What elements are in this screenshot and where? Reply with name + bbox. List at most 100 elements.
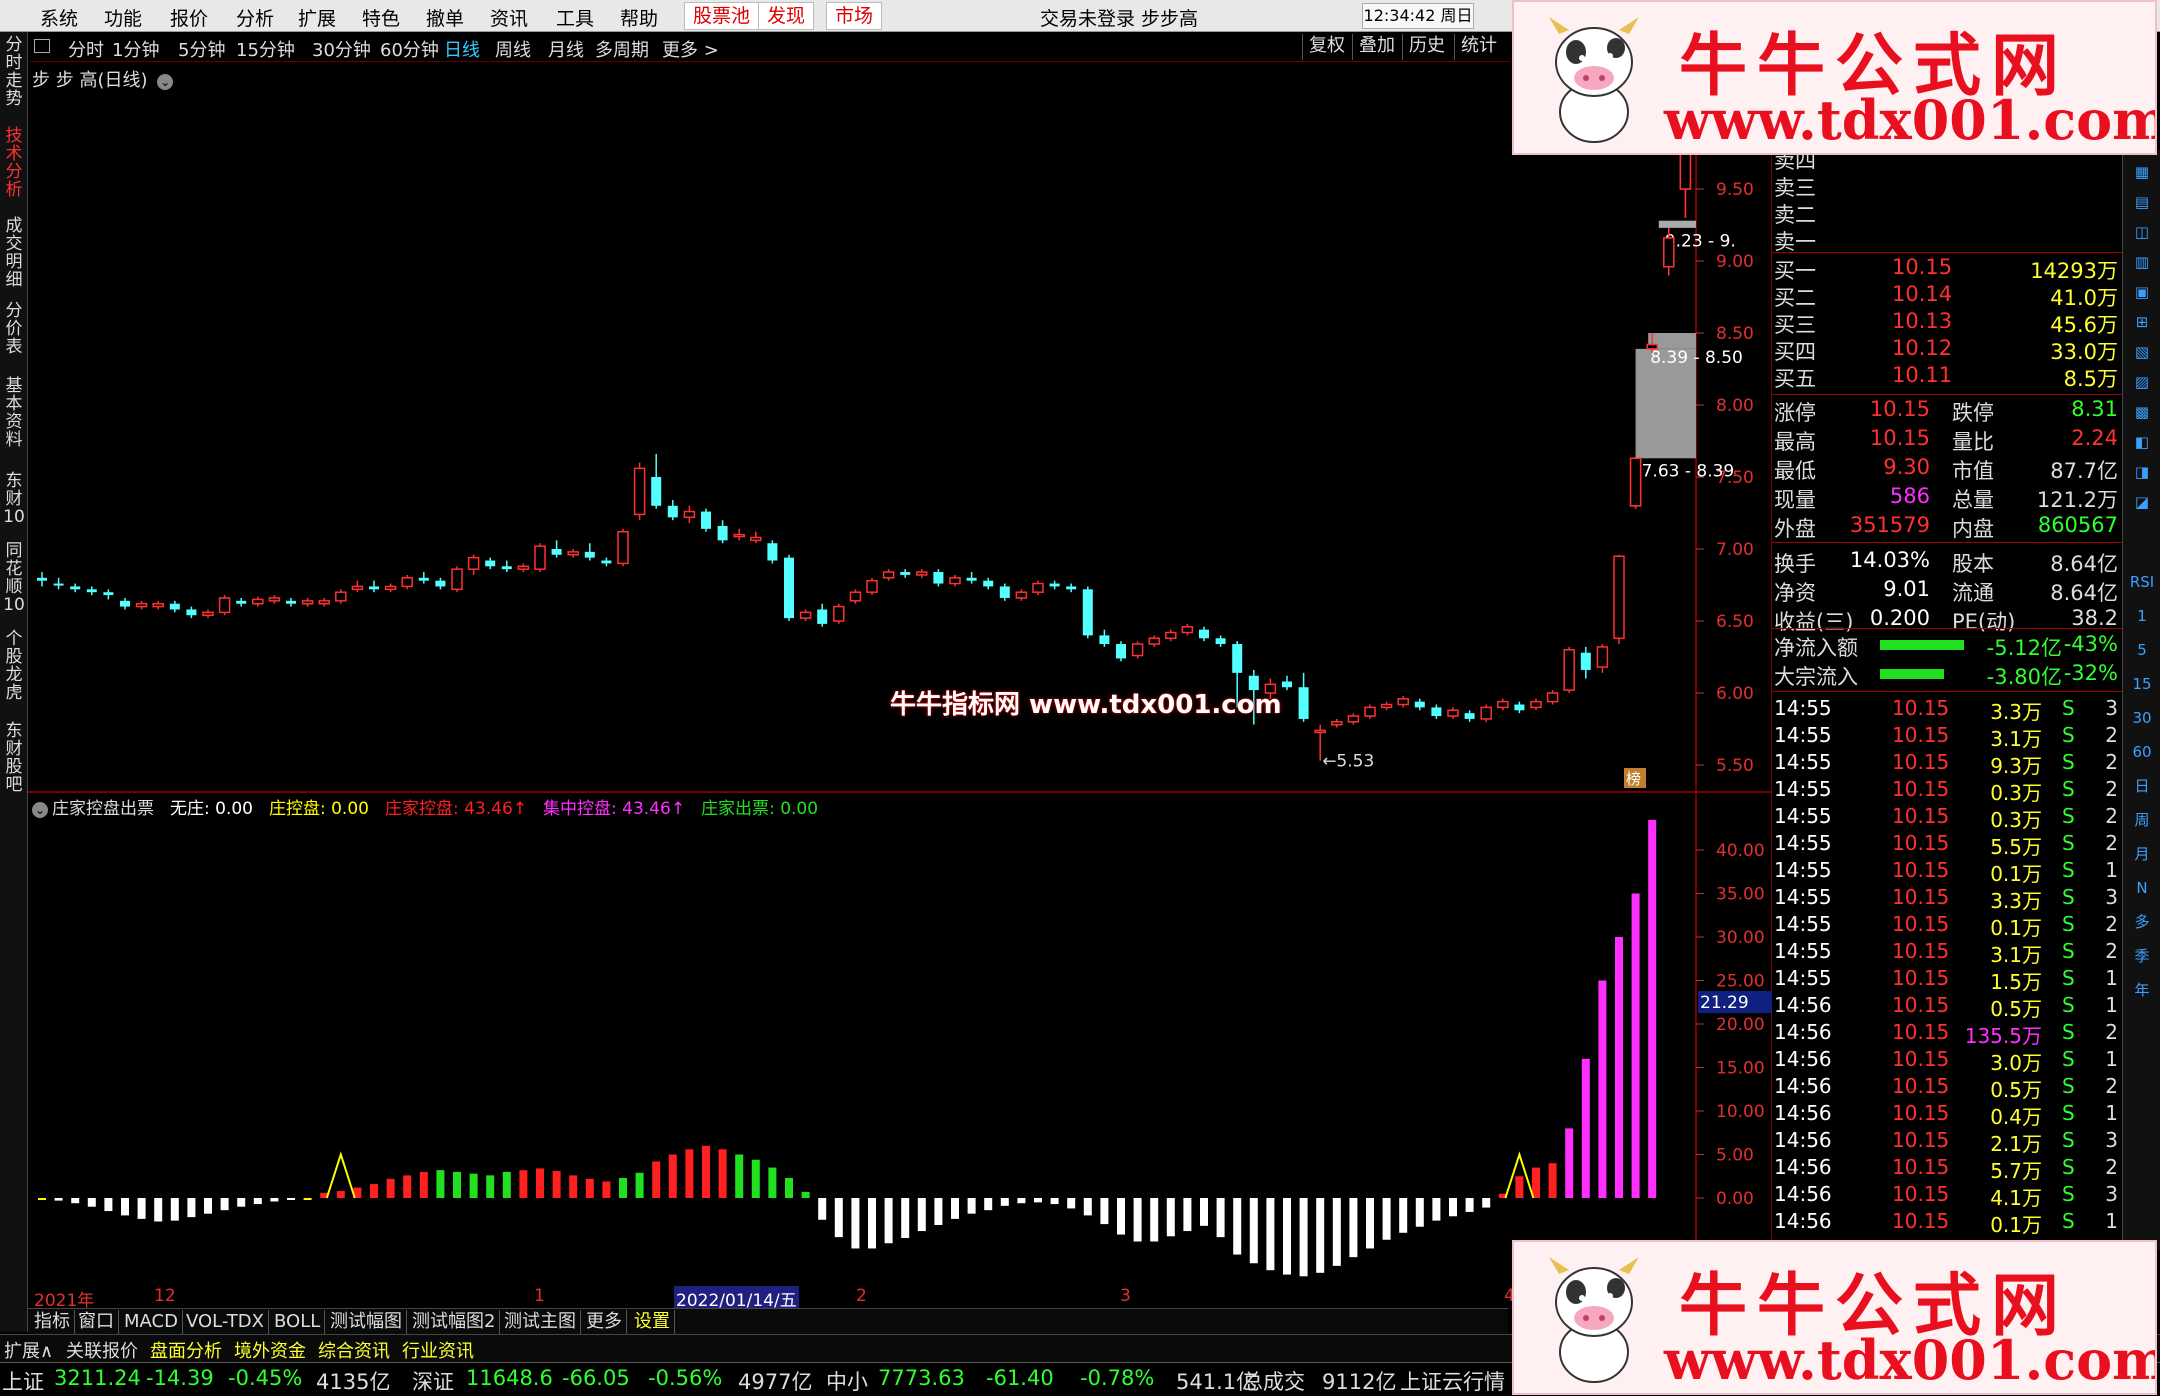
period-shortcut[interactable]: N bbox=[2129, 876, 2155, 900]
toolbar-icon[interactable]: ◨ bbox=[2129, 460, 2155, 484]
indicator-tab[interactable]: 测试幅图2 bbox=[408, 1310, 501, 1334]
menu-item[interactable]: 系统 bbox=[40, 4, 78, 31]
stat-value: 121.2万 bbox=[2036, 488, 2118, 512]
tick-row: 14:56 10.15 0.5万 S 1 bbox=[1772, 993, 2122, 1021]
period-shortcut[interactable]: 30 bbox=[2129, 706, 2155, 730]
period-shortcut[interactable]: 季 bbox=[2129, 944, 2155, 968]
menu-item[interactable]: 功能 bbox=[104, 4, 142, 31]
indicator-bar bbox=[751, 1159, 760, 1198]
sidebar-tab[interactable]: 同花顺10 bbox=[2, 542, 26, 614]
square-icon[interactable] bbox=[34, 39, 50, 53]
period-tab[interactable]: 30分钟 bbox=[312, 36, 371, 62]
ticker-item: 7773.63 bbox=[878, 1366, 965, 1390]
toolbar-icon[interactable]: ▣ bbox=[2129, 280, 2155, 304]
candle-body bbox=[1049, 583, 1060, 587]
price-axis-label: 8.00 bbox=[1716, 396, 1754, 416]
period-tab[interactable]: 周线 bbox=[495, 36, 531, 62]
toolbar-icon[interactable]: ▥ bbox=[2129, 250, 2155, 274]
toolbar-icon[interactable]: ▨ bbox=[2129, 370, 2155, 394]
stat-value: 860567 bbox=[2037, 513, 2118, 537]
indicator-tab[interactable]: 更多 bbox=[582, 1310, 627, 1334]
menu-item[interactable]: 特色 bbox=[362, 4, 400, 31]
period-tab[interactable]: 5分钟 bbox=[178, 36, 225, 62]
sidebar-tab[interactable]: 东财股吧 bbox=[2, 722, 26, 794]
sidebar-tab[interactable]: 基本资料 bbox=[2, 377, 26, 449]
period-tab[interactable]: 15分钟 bbox=[236, 36, 295, 62]
menu-item[interactable]: 分析 bbox=[236, 4, 274, 31]
indicator-tab[interactable]: VOL-TDX bbox=[182, 1310, 269, 1334]
indicator-bar bbox=[1166, 1198, 1175, 1237]
ad-banner-bottom[interactable]: 牛牛公式网 www.tdx001.com bbox=[1512, 1240, 2157, 1395]
menu-item[interactable]: 资讯 bbox=[490, 4, 528, 31]
period-shortcut[interactable]: RSI bbox=[2129, 570, 2155, 594]
chart-tool-button[interactable]: 统计 bbox=[1454, 34, 1503, 60]
menu-item[interactable]: 帮助 bbox=[620, 4, 658, 31]
indicator-tab[interactable]: 测试主图 bbox=[500, 1310, 581, 1334]
toolbar-icon[interactable]: ◧ bbox=[2129, 430, 2155, 454]
toolbar-icon[interactable]: ▩ bbox=[2129, 400, 2155, 424]
sidebar-tab[interactable]: 个股龙虎 bbox=[2, 630, 26, 702]
indicator-chevron-icon[interactable]: ⌄ bbox=[32, 802, 48, 818]
menu-button-red[interactable]: 股票池 bbox=[684, 2, 760, 30]
menu-button-red[interactable]: 发现 bbox=[758, 2, 815, 30]
period-tab[interactable]: 多周期 bbox=[595, 36, 649, 62]
divider bbox=[1772, 691, 2122, 692]
indicator-tab[interactable]: 测试幅图 bbox=[326, 1310, 407, 1334]
indicator-tab[interactable]: 窗口 bbox=[74, 1310, 119, 1334]
sidebar-tab[interactable]: 分价表 bbox=[2, 302, 26, 356]
bottom-tab[interactable]: 盘面分析 bbox=[150, 1337, 222, 1363]
ad-banner-top[interactable]: 牛牛公式网 www.tdx001.com bbox=[1512, 0, 2157, 155]
toolbar-icon[interactable]: ▤ bbox=[2129, 190, 2155, 214]
indicator-value: 庄控盘: 0.00 bbox=[268, 799, 369, 819]
menu-button-red[interactable]: 市场 bbox=[826, 2, 883, 30]
period-shortcut[interactable]: 多 bbox=[2129, 910, 2155, 934]
bottom-tab[interactable]: 行业资讯 bbox=[402, 1337, 474, 1363]
toolbar-icon[interactable]: ⊞ bbox=[2129, 310, 2155, 334]
candle-body bbox=[1397, 698, 1409, 706]
menu-item[interactable]: 扩展 bbox=[298, 4, 336, 31]
indicator-bar bbox=[187, 1198, 196, 1218]
period-shortcut[interactable]: 15 bbox=[2129, 672, 2155, 696]
indicator-tab[interactable]: MACD bbox=[120, 1310, 183, 1334]
sidebar-tab[interactable]: 分时走势 bbox=[2, 36, 26, 108]
period-shortcut[interactable]: 1 bbox=[2129, 604, 2155, 628]
tick-volume: 0.5万 bbox=[1990, 1078, 2042, 1102]
period-tab[interactable]: 日线 bbox=[444, 36, 480, 62]
period-shortcut[interactable]: 5 bbox=[2129, 638, 2155, 662]
bottom-tab[interactable]: 综合资讯 bbox=[318, 1337, 390, 1363]
indicator-bar bbox=[1548, 1163, 1557, 1198]
indicator-tab[interactable]: 设置 bbox=[630, 1310, 675, 1334]
chart-tool-button[interactable]: 历史 bbox=[1402, 34, 1451, 60]
period-tab[interactable]: 60分钟 bbox=[380, 36, 439, 62]
sidebar-tab[interactable]: 成交明细 bbox=[2, 217, 26, 289]
bottom-tab[interactable]: 扩展∧ bbox=[4, 1337, 53, 1363]
period-tab[interactable]: 1分钟 bbox=[112, 36, 159, 62]
indicator-bar bbox=[1000, 1198, 1009, 1206]
menu-item[interactable]: 撤单 bbox=[426, 4, 464, 31]
bottom-tab[interactable]: 关联报价 bbox=[66, 1337, 138, 1363]
sidebar-tab[interactable]: 技术分析 bbox=[2, 127, 26, 199]
period-shortcut[interactable]: 周 bbox=[2129, 808, 2155, 832]
toolbar-icon[interactable]: ▧ bbox=[2129, 340, 2155, 364]
period-shortcut[interactable]: 年 bbox=[2129, 978, 2155, 1002]
sidebar-tab[interactable]: 东财10 bbox=[2, 472, 26, 526]
period-shortcut[interactable]: 日 bbox=[2129, 774, 2155, 798]
toolbar-icon[interactable]: ▦ bbox=[2129, 160, 2155, 184]
indicator-tab[interactable]: 指标 bbox=[30, 1310, 75, 1334]
chart-tool-button[interactable]: 叠加 bbox=[1352, 34, 1401, 60]
menu-item[interactable]: 报价 bbox=[170, 4, 208, 31]
period-tab[interactable]: 更多 > bbox=[662, 36, 719, 62]
toolbar-icon[interactable]: ◪ bbox=[2129, 490, 2155, 514]
menu-item[interactable]: 工具 bbox=[556, 4, 594, 31]
indicator-bar bbox=[718, 1149, 727, 1198]
bottom-tab[interactable]: 境外资金 bbox=[234, 1337, 306, 1363]
indicator-bar bbox=[1515, 1176, 1524, 1198]
toolbar-icon[interactable]: ◫ bbox=[2129, 220, 2155, 244]
period-shortcut[interactable]: 月 bbox=[2129, 842, 2155, 866]
indicator-bar bbox=[519, 1170, 528, 1198]
period-tab[interactable]: 分时 bbox=[68, 36, 104, 62]
period-tab[interactable]: 月线 bbox=[548, 36, 584, 62]
indicator-tab[interactable]: BOLL bbox=[270, 1310, 326, 1334]
period-shortcut[interactable]: 60 bbox=[2129, 740, 2155, 764]
chart-tool-button[interactable]: 复权 bbox=[1302, 34, 1351, 60]
